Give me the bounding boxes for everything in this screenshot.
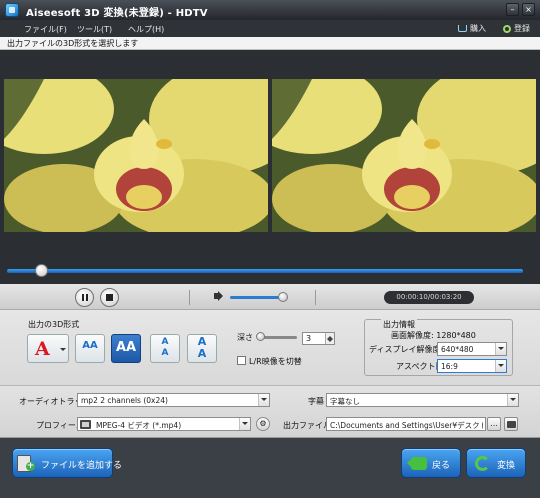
display-resolution-label: ディスプレイ解像度: bbox=[369, 345, 444, 354]
title-bar: Aiseesoft 3D 変換(未登録) - HDTV – × bbox=[0, 0, 540, 20]
depth-value: 3 bbox=[306, 334, 312, 343]
left-eye-preview bbox=[4, 79, 268, 232]
top-bottom-half-icon: A bbox=[161, 348, 169, 358]
folder-icon bbox=[507, 421, 516, 428]
back-button[interactable]: 戻る bbox=[401, 448, 461, 478]
chevron-down-icon bbox=[507, 394, 518, 406]
browse-button[interactable]: ... bbox=[487, 417, 501, 431]
settings-panel: 出力の3D形式 A AA AA A A A A 深さ 3 L/R映像を切替 出力… bbox=[0, 310, 540, 386]
format-side-by-side-full-button[interactable]: AA bbox=[111, 334, 141, 363]
menu-bar: ファイル(F) ツール(T) ヘルプ(H) 購入 登録 bbox=[0, 20, 540, 37]
audio-track-select[interactable]: mp2 2 channels (0x24) bbox=[77, 393, 270, 407]
app-logo-icon bbox=[5, 3, 19, 17]
format-side-by-side-half-button[interactable]: AA bbox=[75, 334, 105, 363]
audio-track-value: mp2 2 channels (0x24) bbox=[81, 396, 168, 405]
divider bbox=[189, 290, 190, 305]
close-button[interactable]: × bbox=[522, 3, 535, 16]
display-resolution-value: 640*480 bbox=[441, 345, 474, 354]
flower-image bbox=[4, 79, 268, 232]
subtitle-value: 字幕なし bbox=[330, 397, 360, 406]
instruction-bar: 出力ファイルの3D形式を選択します bbox=[0, 37, 540, 50]
stop-button[interactable] bbox=[100, 288, 119, 307]
add-file-label: ファイルを追加する bbox=[41, 461, 123, 471]
key-icon bbox=[503, 24, 511, 33]
register-link[interactable]: 登録 bbox=[503, 23, 530, 34]
output-options: オーディオトラック mp2 2 channels (0x24) 字幕 字幕なし … bbox=[0, 386, 540, 438]
footer-bar: ファイルを追加する 戻る 変換 bbox=[0, 438, 540, 498]
spin-arrows-icon[interactable] bbox=[325, 333, 334, 344]
convert-button[interactable]: 変換 bbox=[466, 448, 526, 478]
cart-icon bbox=[458, 25, 467, 32]
playback-controls: 00:00:10/00:03:20 bbox=[0, 284, 540, 310]
resolution-text: 画面解像度: 1280*480 bbox=[391, 331, 476, 340]
depth-label: 深さ bbox=[237, 333, 253, 342]
divider bbox=[315, 290, 316, 305]
chevron-down-icon bbox=[239, 418, 250, 430]
preview-area bbox=[0, 50, 540, 284]
output-path-field[interactable]: C:\Documents and Settings\User¥デスクトップ bbox=[326, 417, 486, 431]
right-eye-preview bbox=[272, 79, 536, 232]
output-info-title: 出力情報 bbox=[381, 319, 417, 330]
chevron-down-icon bbox=[495, 360, 506, 372]
profile-value: MPEG-4 ビデオ (*.mp4) bbox=[96, 421, 182, 430]
subtitle-label: 字幕 bbox=[308, 397, 324, 406]
add-file-button[interactable]: ファイルを追加する bbox=[12, 448, 122, 478]
instruction-text: 出力ファイルの3D形式を選択します bbox=[7, 39, 139, 48]
depth-spinbox[interactable]: 3 bbox=[302, 332, 335, 345]
format-top-bottom-half-button[interactable]: A A bbox=[150, 334, 180, 363]
gear-icon: ⚙ bbox=[259, 419, 267, 428]
volume-slider[interactable] bbox=[230, 296, 284, 299]
top-bottom-full-icon: A bbox=[197, 347, 207, 360]
output-path-value: C:\Documents and Settings\User¥デスクトップ bbox=[330, 421, 483, 430]
open-folder-button[interactable] bbox=[504, 417, 518, 431]
output-file-label: 出力ファイル bbox=[283, 421, 331, 430]
profile-select[interactable]: MPEG-4 ビデオ (*.mp4) bbox=[77, 417, 251, 431]
volume-handle[interactable] bbox=[278, 292, 288, 302]
purchase-label: 購入 bbox=[470, 24, 486, 33]
stop-icon bbox=[106, 294, 113, 301]
output-info-group: 出力情報 画面解像度: 1280*480 ディスプレイ解像度: 640*480 … bbox=[364, 319, 513, 376]
pause-icon bbox=[82, 294, 84, 301]
convert-label: 変換 bbox=[497, 461, 516, 471]
register-label: 登録 bbox=[514, 24, 530, 33]
depth-handle[interactable] bbox=[256, 332, 265, 341]
seek-bar[interactable] bbox=[7, 269, 523, 273]
format-top-bottom-full-button[interactable]: A A bbox=[187, 334, 217, 363]
pause-button[interactable] bbox=[75, 288, 94, 307]
back-label: 戻る bbox=[432, 461, 451, 471]
seek-handle[interactable] bbox=[35, 264, 48, 277]
swap-lr-label: L/R映像を切替 bbox=[249, 357, 302, 366]
subtitle-select[interactable]: 字幕なし bbox=[326, 393, 519, 407]
video-format-icon bbox=[80, 420, 91, 429]
menu-help[interactable]: ヘルプ(H) bbox=[128, 24, 164, 35]
back-arrow-icon bbox=[407, 457, 427, 470]
format-label: 出力の3D形式 bbox=[28, 320, 80, 329]
chevron-down-icon bbox=[495, 343, 506, 355]
anaglyph-icon: A bbox=[35, 338, 50, 360]
aspect-ratio-select[interactable]: 16:9 bbox=[437, 359, 507, 373]
add-video-icon bbox=[17, 455, 35, 472]
side-by-side-half-icon: AA bbox=[82, 340, 98, 351]
chevron-down-icon bbox=[258, 394, 269, 406]
format-anaglyph-button[interactable]: A bbox=[27, 334, 69, 363]
time-display: 00:00:10/00:03:20 bbox=[384, 291, 474, 304]
aspect-ratio-value: 16:9 bbox=[441, 362, 458, 371]
purchase-link[interactable]: 購入 bbox=[458, 23, 486, 34]
side-by-side-full-icon: AA bbox=[115, 340, 137, 355]
flower-image bbox=[272, 79, 536, 232]
display-resolution-select[interactable]: 640*480 bbox=[437, 342, 507, 356]
menu-tools[interactable]: ツール(T) bbox=[77, 24, 112, 35]
top-bottom-half-icon: A bbox=[161, 337, 169, 347]
convert-icon bbox=[475, 456, 490, 471]
window-title: Aiseesoft 3D 変換(未登録) - HDTV bbox=[26, 8, 208, 19]
swap-lr-checkbox[interactable] bbox=[237, 356, 246, 365]
volume-icon bbox=[214, 293, 219, 299]
chevron-down-icon bbox=[60, 348, 66, 354]
menu-file[interactable]: ファイル(F) bbox=[24, 24, 67, 35]
profile-settings-button[interactable]: ⚙ bbox=[256, 417, 270, 431]
minimize-button[interactable]: – bbox=[506, 3, 519, 16]
